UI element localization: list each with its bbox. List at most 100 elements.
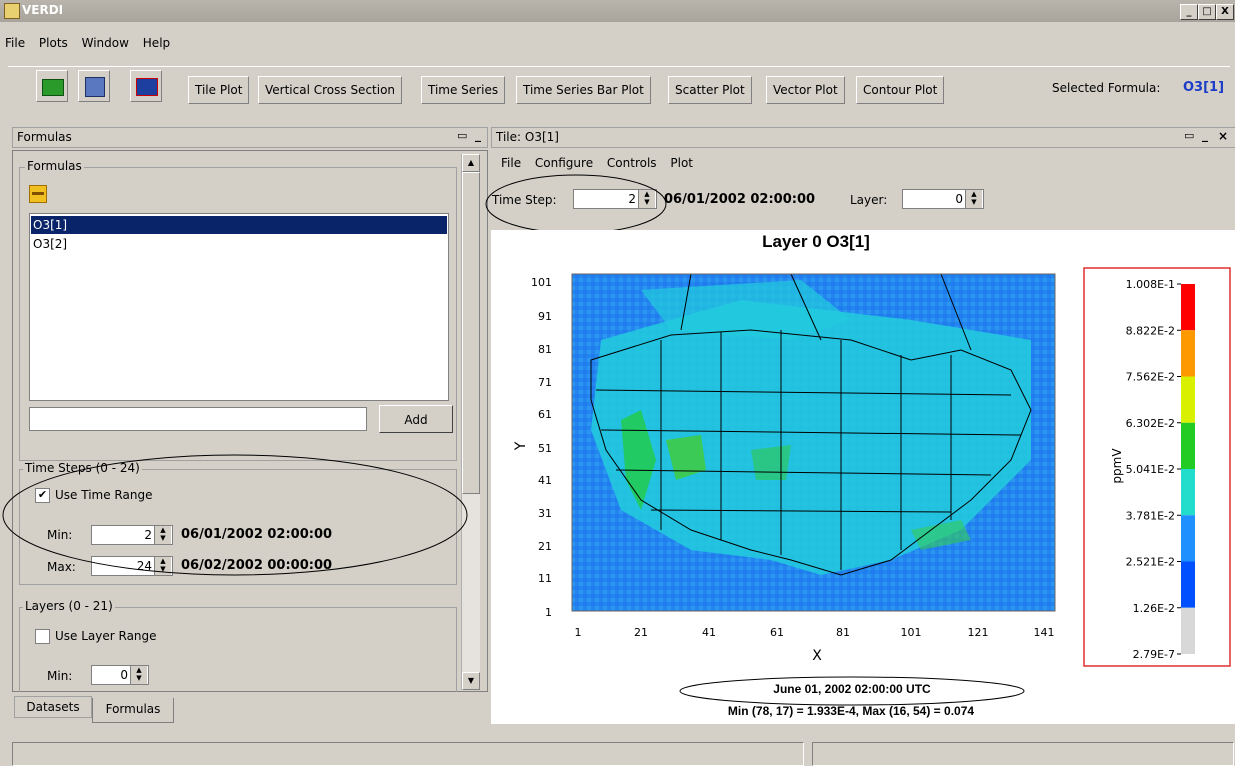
formulas-panel-header: Formulas ▭ _ <box>12 127 488 148</box>
legend-swatch <box>1181 515 1195 562</box>
selected-formula-label: Selected Formula: <box>1052 81 1161 95</box>
layer-value: 0 <box>955 192 963 206</box>
layer-spinner[interactable]: 0 ▲ ▼ <box>902 189 984 209</box>
plot-minmax: Min (78, 17) = 1.933E-4, Max (16, 54) = … <box>727 704 975 718</box>
legend-swatch <box>1181 284 1195 331</box>
x-tick-label: 61 <box>770 626 784 639</box>
legend-labels: 1.008E-1 8.822E-2 7.562E-2 6.302E-2 5.041E-2… <box>1126 278 1181 661</box>
minimize-panel-icon[interactable]: _ <box>1202 128 1208 142</box>
scrollbar[interactable]: ▲ ▼ <box>461 154 480 690</box>
vertical-cross-section-button[interactable]: Vertical Cross Section <box>258 76 403 104</box>
fullscreen-icon[interactable] <box>130 70 162 102</box>
tile-panel-header: Tile: O3[1] ▭ _ × <box>491 127 1235 148</box>
plot-area: Layer 0 O3[1] 101 91 81 71 61 51 41 31 2… <box>491 230 1235 724</box>
close-panel-icon[interactable]: × <box>1218 129 1228 143</box>
spinner-arrows-icon[interactable]: ▲ ▼ <box>965 190 982 208</box>
y-tick-label: 11 <box>538 572 552 585</box>
vector-plot-button[interactable]: Vector Plot <box>766 76 845 104</box>
tile-menu-configure[interactable]: Configure <box>530 156 598 170</box>
legend-swatch <box>1181 607 1195 654</box>
legend-tick-label: 1.26E-2 <box>1133 602 1175 615</box>
time-series-bar-plot-button[interactable]: Time Series Bar Plot <box>516 76 651 104</box>
legend-swatch <box>1181 330 1195 377</box>
status-bar <box>12 742 804 766</box>
x-axis-label: X <box>812 648 822 664</box>
legend-tick-label: 1.008E-1 <box>1126 278 1175 291</box>
spinner-arrows-icon[interactable]: ▲ ▼ <box>130 666 147 684</box>
layer-min-label: Min: <box>47 669 73 683</box>
legend-swatch <box>1181 422 1195 469</box>
scatter-plot-button[interactable]: Scatter Plot <box>668 76 752 104</box>
minimize-panel-icon[interactable]: _ <box>475 128 481 142</box>
tile-menu-controls[interactable]: Controls <box>602 156 662 170</box>
menu-plots[interactable]: Plots <box>34 36 73 50</box>
app-icon <box>4 3 20 19</box>
time-series-button[interactable]: Time Series <box>421 76 506 104</box>
title-bar: VERDI _ □ X <box>0 0 1235 22</box>
x-axis: 1 21 41 61 81 101 121 141 X <box>575 626 1055 664</box>
formula-list[interactable]: O3[1] O3[2] <box>29 213 449 401</box>
legend-swatch <box>1181 469 1195 516</box>
restore-icon[interactable]: ▭ <box>457 129 467 142</box>
legend-tick-label: 6.302E-2 <box>1126 417 1175 430</box>
use-layer-range-label: Use Layer Range <box>55 629 157 643</box>
y-tick-label: 101 <box>531 276 552 289</box>
annotation-ellipse <box>485 174 667 234</box>
use-layer-range-checkbox[interactable] <box>35 629 50 644</box>
menu-window[interactable]: Window <box>77 36 134 50</box>
contour-plot-button[interactable]: Contour Plot <box>856 76 945 104</box>
formula-item[interactable]: O3[1] <box>31 216 447 234</box>
annotation-ellipse <box>2 454 468 576</box>
tab-datasets[interactable]: Datasets <box>14 696 92 718</box>
y-tick-label: 21 <box>538 540 552 553</box>
y-tick-label: 31 <box>538 507 552 520</box>
legend-colorbar <box>1181 284 1195 654</box>
x-tick-label: 21 <box>634 626 648 639</box>
add-button[interactable]: Add <box>379 405 453 433</box>
selected-formula-value: O3[1] <box>1183 80 1225 95</box>
tile-panel-title: Tile: O3[1] <box>496 130 559 144</box>
y-axis-label: Y <box>513 441 529 451</box>
x-tick-label: 81 <box>836 626 850 639</box>
close-button[interactable]: X <box>1216 4 1234 20</box>
x-tick-label: 141 <box>1034 626 1055 639</box>
tile-datetime: 06/01/2002 02:00:00 <box>664 192 816 207</box>
y-tick-label: 61 <box>538 408 552 421</box>
scroll-thumb[interactable] <box>462 172 480 494</box>
tile-plot-button[interactable]: Tile Plot <box>188 76 250 104</box>
y-tick-label: 1 <box>545 606 552 619</box>
minimize-button[interactable]: _ <box>1180 4 1198 20</box>
menu-bar: File Plots Window Help <box>0 36 175 58</box>
tile-plot[interactable]: 101 91 81 71 61 51 41 31 21 11 1 Y 1 21 … <box>491 230 1235 724</box>
scroll-down-icon[interactable]: ▼ <box>462 672 480 690</box>
x-tick-label: 1 <box>575 626 582 639</box>
legend-tick-label: 7.562E-2 <box>1126 371 1175 384</box>
tile-menu-file[interactable]: File <box>496 156 526 170</box>
layers-title: Layers (0 - 21) <box>23 599 115 613</box>
open-icon[interactable] <box>36 70 68 102</box>
formulas-group-title: Formulas <box>25 159 84 173</box>
layer-min-value: 0 <box>120 668 128 682</box>
formula-input[interactable] <box>29 407 367 431</box>
menu-file[interactable]: File <box>0 36 30 50</box>
legend-tick-label: 8.822E-2 <box>1126 324 1175 337</box>
scroll-up-icon[interactable]: ▲ <box>462 154 480 172</box>
maximize-button[interactable]: □ <box>1198 4 1216 20</box>
y-tick-label: 71 <box>538 376 552 389</box>
tab-formulas[interactable]: Formulas <box>92 698 174 723</box>
legend-tick-label: 3.781E-2 <box>1126 509 1175 522</box>
legend-swatch <box>1181 376 1195 423</box>
legend-tick-label: 2.521E-2 <box>1126 556 1175 569</box>
remove-formula-icon[interactable] <box>29 185 47 203</box>
formulas-panel: ▲ ▼ Formulas O3[1] O3[2] Add Time Steps … <box>12 150 488 692</box>
restore-icon[interactable]: ▭ <box>1184 129 1194 142</box>
window-title: VERDI <box>22 3 64 17</box>
save-icon[interactable] <box>78 70 110 102</box>
x-tick-label: 41 <box>702 626 716 639</box>
tile-menu-plot[interactable]: Plot <box>665 156 698 170</box>
y-tick-label: 41 <box>538 474 552 487</box>
formula-item[interactable]: O3[2] <box>31 235 447 253</box>
y-axis: 101 91 81 71 61 51 41 31 21 11 1 Y <box>513 276 552 619</box>
menu-help[interactable]: Help <box>138 36 175 50</box>
layer-min-spinner[interactable]: 0 ▲ ▼ <box>91 665 149 685</box>
